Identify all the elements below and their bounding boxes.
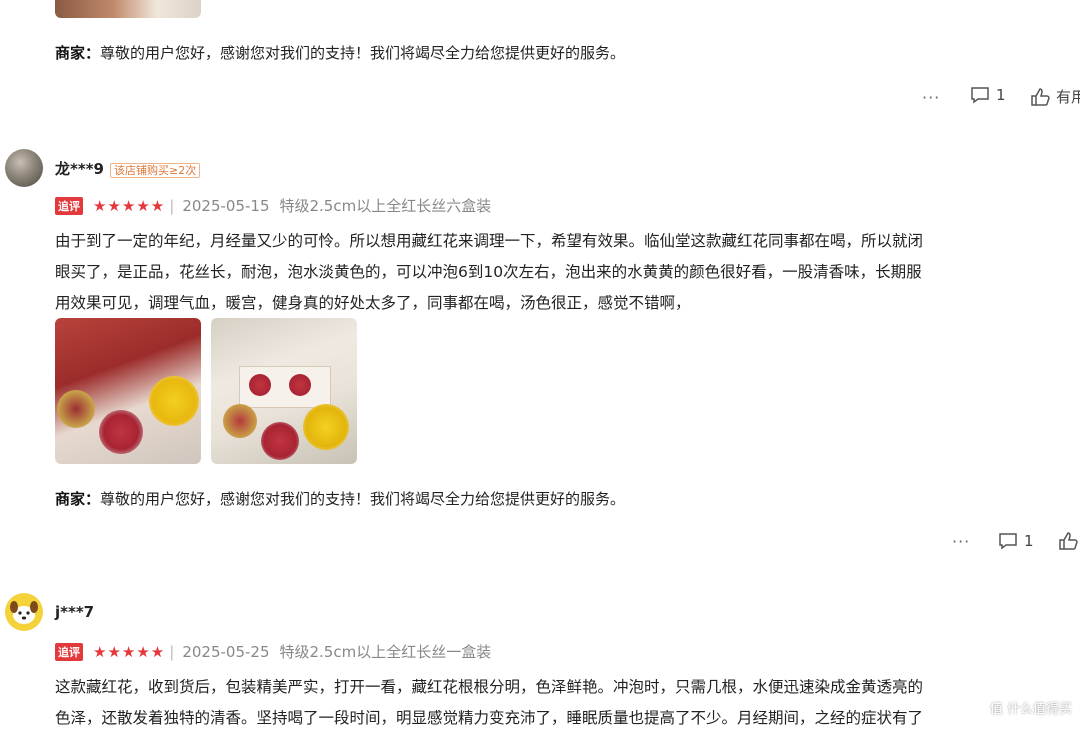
- meta-divider: |: [169, 196, 175, 215]
- review-username: 龙***9 该店铺购买≥2次: [55, 158, 201, 179]
- review-line: 这款藏红花，收到货后，包装精美严实，打开一看，藏红花根根分明，色泽鲜艳。冲泡时，…: [55, 678, 924, 696]
- review-body: 由于到了一定的年纪，月经量又少的可怜。所以想用藏红花来调理一下，希望有效果。临仙…: [55, 226, 1080, 319]
- more-options-button[interactable]: ···: [922, 88, 940, 107]
- comment-icon: [971, 87, 989, 104]
- useful-button[interactable]: [1058, 532, 1078, 550]
- comment-button[interactable]: 1: [998, 532, 1034, 550]
- useful-label: 有用: [1056, 88, 1080, 106]
- review-photo[interactable]: [55, 318, 201, 464]
- username-text: j***7: [55, 603, 95, 621]
- comment-count: 1: [996, 86, 1006, 104]
- merchant-reply-text: 尊敬的用户您好，感谢您对我们的支持！我们将竭尽全力给您提供更好的服务。: [100, 44, 626, 62]
- more-options-button[interactable]: ···: [952, 532, 970, 551]
- review-meta: 追评 ★★★★★ | 2025-05-25 特级2.5cm以上全红长丝一盒装: [55, 641, 491, 662]
- review-line: 色泽，还散发着独特的清香。坚持喝了一段时间，明显感觉精力变充沛了，睡眠质量也提高…: [55, 709, 924, 727]
- comment-icon: [999, 533, 1017, 550]
- thumbs-up-icon: [1059, 532, 1078, 550]
- product-spec: 特级2.5cm以上全红长丝一盒装: [279, 643, 492, 661]
- follow-up-badge: 追评: [55, 196, 83, 215]
- review-body: 这款藏红花，收到货后，包装精美严实，打开一看，藏红花根根分明，色泽鲜艳。冲泡时，…: [55, 672, 1080, 734]
- repeat-buyer-tag: 该店铺购买≥2次: [109, 163, 201, 178]
- merchant-reply-label: 商家：: [55, 44, 101, 62]
- username-text: 龙***9: [55, 160, 104, 178]
- meta-divider: |: [169, 642, 175, 661]
- merchant-reply: 商家：尊敬的用户您好，感谢您对我们的支持！我们将竭尽全力给您提供更好的服务。: [55, 42, 625, 63]
- comment-button[interactable]: 1: [970, 86, 1006, 104]
- review-meta: 追评 ★★★★★ | 2025-05-15 特级2.5cm以上全红长丝六盒装: [55, 195, 491, 216]
- star-rating: ★★★★★: [93, 642, 166, 661]
- review-line: 用效果可见，调理气血，暖宫，健身真的好处太多了，同事都在喝，汤色很正，感觉不错啊…: [55, 294, 691, 312]
- follow-up-badge: 追评: [55, 642, 83, 661]
- avatar-dog-icon: [10, 601, 38, 624]
- review-photo[interactable]: [211, 318, 357, 464]
- review-line: 眼买了，是正品，花丝长，耐泡，泡水淡黄色的，可以冲泡6到10次左右，泡出来的水黄…: [55, 263, 922, 281]
- review-date: 2025-05-15: [182, 196, 270, 215]
- merchant-reply-text: 尊敬的用户您好，感谢您对我们的支持！我们将竭尽全力给您提供更好的服务。: [100, 490, 626, 508]
- avatar[interactable]: [5, 593, 43, 631]
- merchant-reply-label: 商家：: [55, 490, 101, 508]
- merchant-reply: 商家：尊敬的用户您好，感谢您对我们的支持！我们将竭尽全力给您提供更好的服务。: [55, 488, 625, 509]
- review-date: 2025-05-25: [182, 642, 270, 661]
- star-rating: ★★★★★: [93, 196, 166, 215]
- review-photo-partial[interactable]: [55, 0, 201, 18]
- review-line: 由于到了一定的年纪，月经量又少的可怜。所以想用藏红花来调理一下，希望有效果。临仙…: [55, 232, 924, 250]
- comment-count: 1: [1024, 532, 1034, 550]
- review-username: j***7: [55, 603, 94, 621]
- useful-button[interactable]: 有用: [1030, 86, 1080, 107]
- product-spec: 特级2.5cm以上全红长丝六盒装: [279, 197, 492, 215]
- watermark: 值 什么值得买: [989, 702, 1072, 717]
- avatar[interactable]: [5, 149, 43, 187]
- thumbs-up-icon: [1031, 87, 1050, 106]
